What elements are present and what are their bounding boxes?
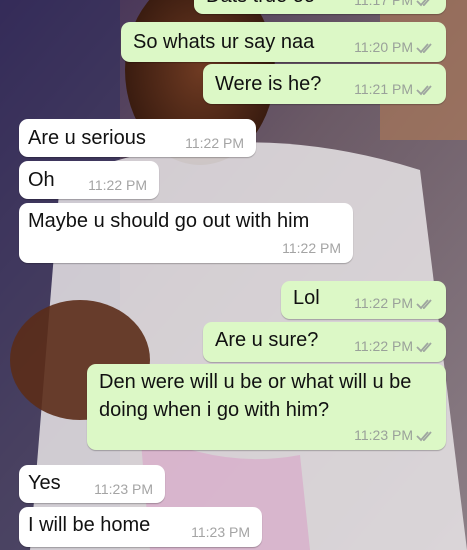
message-text: So whats ur say naa bbox=[133, 31, 315, 53]
message-time: 11:23 PM bbox=[94, 481, 153, 497]
read-double-check-icon bbox=[416, 85, 432, 96]
message-text: Maybe u should go out with him bbox=[28, 210, 310, 232]
incoming-message[interactable]: Maybe u should go out with him 11:22 PM bbox=[19, 203, 353, 263]
message-text: Den were will u be or what will u be doi… bbox=[99, 371, 412, 421]
message-time: 11:22 PM bbox=[88, 177, 147, 193]
outgoing-message[interactable]: Were is he? 11:21 PM bbox=[203, 64, 446, 104]
message-text: Are u serious bbox=[28, 127, 146, 149]
outgoing-message[interactable]: Lol 11:22 PM bbox=[281, 281, 446, 319]
read-double-check-icon bbox=[416, 43, 432, 54]
message-time: 11:23 PM bbox=[354, 427, 436, 443]
read-double-check-icon bbox=[416, 299, 432, 310]
outgoing-message[interactable]: So whats ur say naa 11:20 PM bbox=[121, 22, 446, 62]
message-text: Lol bbox=[293, 287, 320, 309]
read-double-check-icon bbox=[416, 342, 432, 353]
message-text: Dats true oo bbox=[206, 0, 315, 10]
read-double-check-icon bbox=[416, 0, 430, 7]
outgoing-message[interactable]: Dats true oo 11:17 PM bbox=[194, 0, 446, 14]
incoming-message[interactable]: Yes 11:23 PM bbox=[19, 465, 165, 503]
message-time: 11:22 PM bbox=[185, 135, 244, 151]
message-text: Yes bbox=[28, 472, 61, 494]
incoming-message[interactable]: I will be home 11:23 PM bbox=[19, 507, 262, 547]
message-text: Are u sure? bbox=[215, 329, 319, 351]
message-time: 11:21 PM bbox=[354, 81, 436, 97]
message-time: 11:23 PM bbox=[191, 524, 250, 540]
message-time: 11:17 PM bbox=[354, 0, 436, 8]
message-time: 11:22 PM bbox=[354, 295, 436, 311]
incoming-message[interactable]: Oh 11:22 PM bbox=[19, 161, 159, 199]
message-time: 11:20 PM bbox=[354, 39, 436, 55]
incoming-message[interactable]: Are u serious 11:22 PM bbox=[19, 119, 256, 157]
read-double-check-icon bbox=[416, 431, 432, 442]
message-text: Were is he? bbox=[215, 73, 322, 95]
outgoing-message[interactable]: Are u sure? 11:22 PM bbox=[203, 322, 446, 362]
message-text: Oh bbox=[28, 169, 55, 191]
message-time: 11:22 PM bbox=[282, 240, 341, 256]
outgoing-message[interactable]: Den were will u be or what will u be doi… bbox=[87, 364, 446, 450]
message-time: 11:22 PM bbox=[354, 338, 436, 354]
message-text: I will be home bbox=[28, 514, 151, 536]
